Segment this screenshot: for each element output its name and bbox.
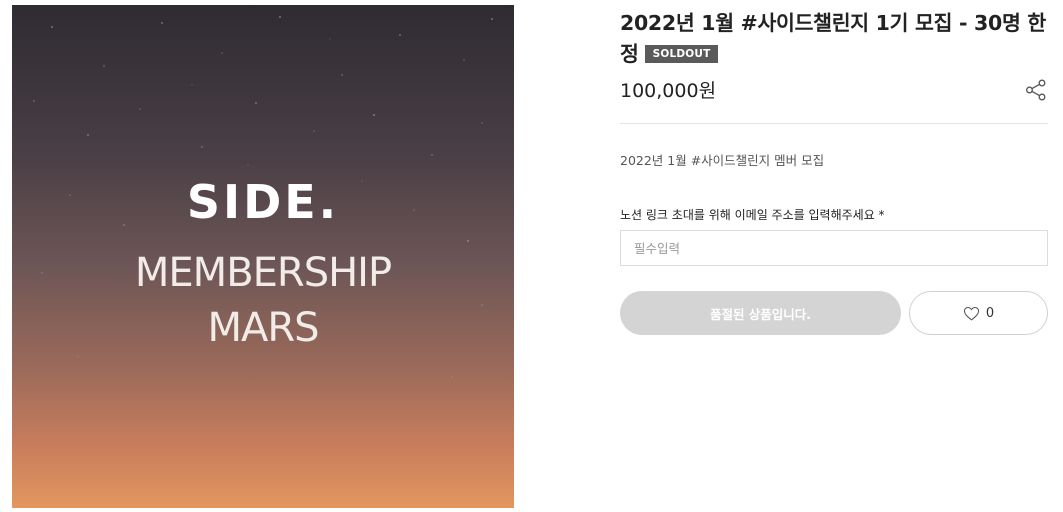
soldout-button[interactable]: 품절된 상품입니다.: [620, 291, 901, 335]
product-price: 100,000원: [620, 80, 717, 102]
image-text-side: SIDE.: [186, 175, 340, 229]
image-text-mars: MARS: [207, 305, 319, 351]
divider: [620, 123, 1048, 124]
wishlist-button[interactable]: 0: [909, 291, 1048, 335]
product-description: 2022년 1월 #사이드챌린지 멤버 모집: [620, 153, 825, 168]
product-image: SIDE. MEMBERSHIP MARS: [12, 5, 514, 508]
email-field[interactable]: [620, 230, 1048, 266]
wishlist-count: 0: [985, 305, 995, 321]
product-title: 2022년 1월 #사이드챌린지 1기 모집 - 30명 한정 SOLDOUT: [620, 8, 1048, 70]
heart-icon: [963, 306, 979, 321]
image-text-membership: MEMBERSHIP: [134, 250, 392, 296]
soldout-badge: SOLDOUT: [644, 45, 719, 63]
email-field-label: 노션 링크 초대를 위해 이메일 주소를 입력해주세요 *: [620, 208, 885, 222]
share-icon[interactable]: [1024, 78, 1048, 102]
